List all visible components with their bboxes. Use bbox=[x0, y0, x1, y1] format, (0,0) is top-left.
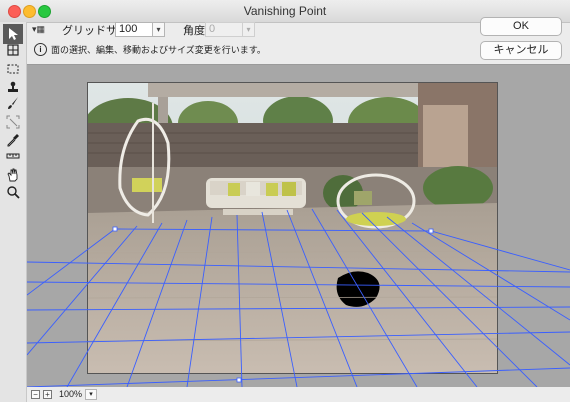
edit-plane-icon bbox=[9, 28, 18, 40]
brush-tool[interactable] bbox=[3, 93, 23, 113]
preview-canvas[interactable] bbox=[27, 64, 570, 387]
hand-icon bbox=[7, 168, 18, 182]
zoom-dropdown[interactable]: ▾ bbox=[85, 389, 97, 400]
vanishing-point-dialog: Vanishing Point ▾▦ グリッドサイズ： 100 ▾ 角度： 0 … bbox=[0, 0, 570, 402]
zoom-tool[interactable] bbox=[3, 182, 23, 202]
transform-tool[interactable] bbox=[3, 112, 23, 132]
marquee-icon bbox=[7, 64, 19, 74]
measure-tool[interactable] bbox=[3, 146, 23, 166]
zoom-level: 100% bbox=[59, 389, 83, 399]
stamp-icon bbox=[8, 81, 18, 92]
zoom-in-button[interactable]: + bbox=[43, 390, 52, 399]
angle-input[interactable]: 0 bbox=[205, 22, 243, 37]
measure-icon bbox=[6, 153, 20, 159]
grid-size-input[interactable]: 100 bbox=[115, 22, 153, 37]
grid-menu-icon[interactable]: ▾▦ bbox=[32, 24, 45, 35]
create-plane-icon bbox=[7, 44, 19, 56]
status-bar: − + 100% ▾ bbox=[27, 388, 570, 402]
zoom-icon bbox=[7, 186, 20, 199]
tool-panel bbox=[0, 22, 27, 402]
brush-icon bbox=[8, 97, 18, 109]
create-plane-tool[interactable] bbox=[3, 40, 23, 60]
window-title: Vanishing Point bbox=[243, 4, 327, 18]
cancel-button[interactable]: キャンセル bbox=[480, 41, 562, 60]
grid-size-dropdown[interactable]: ▾ bbox=[153, 22, 165, 37]
info-text: 面の選択、編集、移動およびサイズ変更を行います。 bbox=[51, 45, 266, 55]
angle-dropdown[interactable]: ▾ bbox=[243, 22, 255, 37]
perspective-grid[interactable] bbox=[27, 65, 570, 387]
zoom-out-button[interactable]: − bbox=[31, 390, 40, 399]
info-bar: i 面の選択、編集、移動およびサイズ変更を行います。 bbox=[34, 43, 474, 57]
ok-button[interactable]: OK bbox=[480, 17, 562, 36]
eyedropper-icon bbox=[7, 134, 19, 147]
marquee-tool[interactable] bbox=[3, 59, 23, 79]
transform-icon bbox=[6, 115, 20, 129]
info-icon: i bbox=[34, 43, 47, 56]
